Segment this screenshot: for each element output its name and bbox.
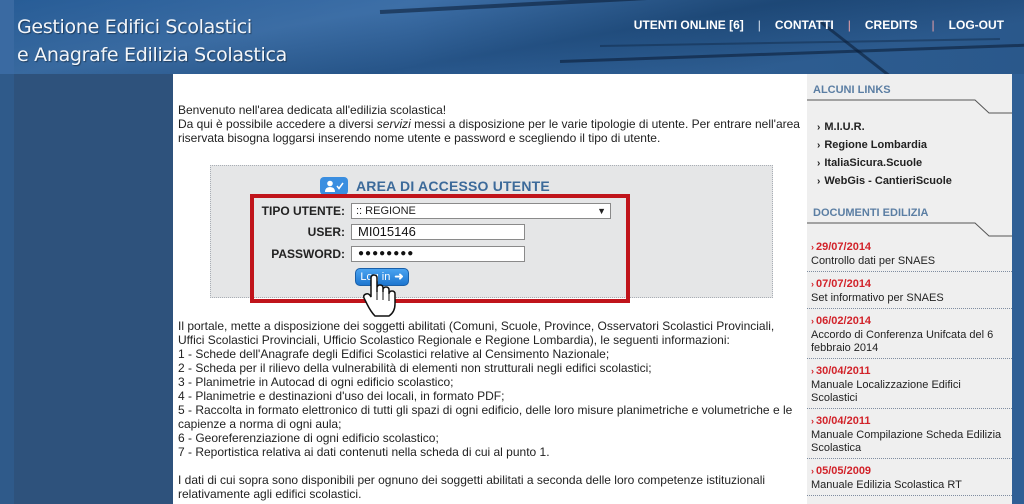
link-regione-lombardia[interactable]: › Regione Lombardia [817, 136, 952, 154]
document-item[interactable]: › 06/02/2014 Accordo di Conferenza Unifca… [807, 309, 1012, 359]
document-item[interactable]: › 30/04/2011 Manuale Localizzazione Edifi… [807, 359, 1012, 409]
info-list-item: 6 - Georeferenziazione di ogni edificio … [178, 431, 439, 445]
right-sidebar: ALCUNI LINKS › M.I.U.R. › Regione Lombardi… [807, 74, 1012, 504]
nav-separator: | [847, 18, 851, 32]
info-list-item: 4 - Planimetrie e destinazioni d'uso dei… [178, 389, 505, 403]
document-title[interactable]: Manuale Compilazione Scheda Edilizia Sco… [811, 429, 1008, 455]
link-miur[interactable]: › M.I.U.R. [817, 118, 952, 136]
link-label: M.I.U.R. [824, 121, 865, 133]
chevron-right-icon: › [817, 176, 821, 187]
info-list-item: 2 - Scheda per il rilievo della vulnerab… [178, 361, 652, 375]
site-title-line1: Gestione Edifici Scolastici [17, 16, 252, 38]
chevron-right-icon: › [811, 279, 814, 289]
document-title[interactable]: Manuale Edilizia Scolastica RT [811, 479, 1008, 492]
documents-list: › 29/07/2014 Controllo dati per SNAES › 07… [807, 235, 1012, 496]
intro-text: Benvenuto nell'area dedicata all'edilizi… [178, 103, 803, 145]
docs-heading: DOCUMENTI EDILIZIA [813, 207, 929, 219]
document-title[interactable]: Manuale Localizzazione Edifici Scolastic… [811, 379, 1008, 405]
document-item[interactable]: › 05/05/2009 Manuale Edilizia Scolastica … [807, 459, 1012, 496]
nav-separator: | [757, 18, 761, 32]
document-item[interactable]: › 29/07/2014 Controllo dati per SNAES [807, 235, 1012, 272]
banner-left-strip [0, 0, 14, 74]
chevron-right-icon: › [811, 242, 814, 252]
links-heading: ALCUNI LINKS [813, 84, 891, 96]
main-content: Benvenuto nell'area dedicata all'edilizi… [173, 74, 807, 504]
user-check-icon [320, 177, 348, 195]
intro-part: Da qui è possibile accedere a diversi [178, 117, 377, 131]
nav-separator: | [931, 18, 935, 32]
link-webgis[interactable]: › WebGis - CantieriScuole [817, 172, 952, 190]
portal-intro: Il portale, mette a disposizione dei sog… [178, 319, 775, 347]
document-item[interactable]: › 07/07/2014 Set informativo per SNAES [807, 272, 1012, 309]
document-item[interactable]: › 30/04/2011 Manuale Compilazione Scheda … [807, 409, 1012, 459]
intro-emphasis: servizi [376, 117, 411, 131]
document-date: 05/05/2009 [816, 465, 872, 477]
chevron-right-icon: › [811, 466, 814, 476]
link-label: Regione Lombardia [824, 139, 928, 151]
chevron-right-icon: › [811, 316, 814, 326]
info-list-item: 1 - Schede dell'Anagrafe degli Edifici S… [178, 347, 610, 361]
info-list-item: 7 - Reportistica relativa ai dati conten… [178, 445, 550, 459]
top-navigation: UTENTI ONLINE [6] | CONTATTI | CREDITS |… [634, 18, 1004, 32]
document-date: 30/04/2011 [816, 415, 871, 427]
banner-decoration [599, 38, 1000, 47]
info-list-item: 5 - Raccolta in formato elettronico di t… [178, 403, 793, 431]
link-label: WebGis - CantieriScuole [824, 175, 952, 187]
document-date: 07/07/2014 [816, 278, 872, 290]
login-title: AREA DI ACCESSO UTENTE [320, 177, 550, 195]
chevron-right-icon: › [811, 416, 814, 426]
document-title[interactable]: Set informativo per SNAES [811, 292, 1008, 305]
left-column [14, 74, 173, 504]
document-title[interactable]: Accordo di Conferenza Unifcata del 6 feb… [811, 329, 1008, 355]
link-italiasicura[interactable]: › ItaliaSicura.Scuole [817, 154, 952, 172]
nav-logout[interactable]: LOG-OUT [949, 18, 1004, 32]
login-highlight-frame [250, 194, 630, 303]
chevron-right-icon: › [817, 140, 821, 151]
header-banner: Gestione Edifici Scolastici e Anagrafe E… [0, 0, 1024, 74]
nav-contatti[interactable]: CONTATTI [775, 18, 834, 32]
site-title[interactable]: Gestione Edifici Scolastici e Anagrafe E… [17, 13, 287, 69]
portal-description: Il portale, mette a disposizione dei sog… [178, 319, 803, 501]
site-title-line2: e Anagrafe Edilizia Scolastica [17, 44, 287, 66]
document-date: 30/04/2011 [816, 365, 871, 377]
intro-paragraph: Da qui è possibile accedere a diversi se… [178, 117, 803, 145]
info-list-item: 3 - Planimetrie in Autocad di ogni edifi… [178, 375, 454, 389]
closing-text: I dati di cui sopra sono disponibili per… [178, 473, 766, 501]
chevron-right-icon: › [811, 366, 814, 376]
document-date: 29/07/2014 [816, 241, 872, 253]
chevron-right-icon: › [817, 158, 821, 169]
login-title-text: AREA DI ACCESSO UTENTE [356, 178, 550, 194]
heading-underline [807, 99, 1012, 114]
chevron-right-icon: › [817, 122, 821, 133]
links-list: › M.I.U.R. › Regione Lombardia › ItaliaSicu… [817, 118, 952, 190]
banner-decoration [379, 0, 1024, 14]
nav-credits[interactable]: CREDITS [865, 18, 918, 32]
hand-cursor-icon [363, 274, 396, 317]
document-date: 06/02/2014 [816, 315, 872, 327]
right-edge-strip [1012, 74, 1024, 504]
link-label: ItaliaSicura.Scuole [824, 157, 923, 169]
nav-utenti-online[interactable]: UTENTI ONLINE [6] [634, 18, 744, 32]
document-title[interactable]: Controllo dati per SNAES [811, 255, 1008, 268]
welcome-text: Benvenuto nell'area dedicata all'edilizi… [178, 103, 447, 117]
